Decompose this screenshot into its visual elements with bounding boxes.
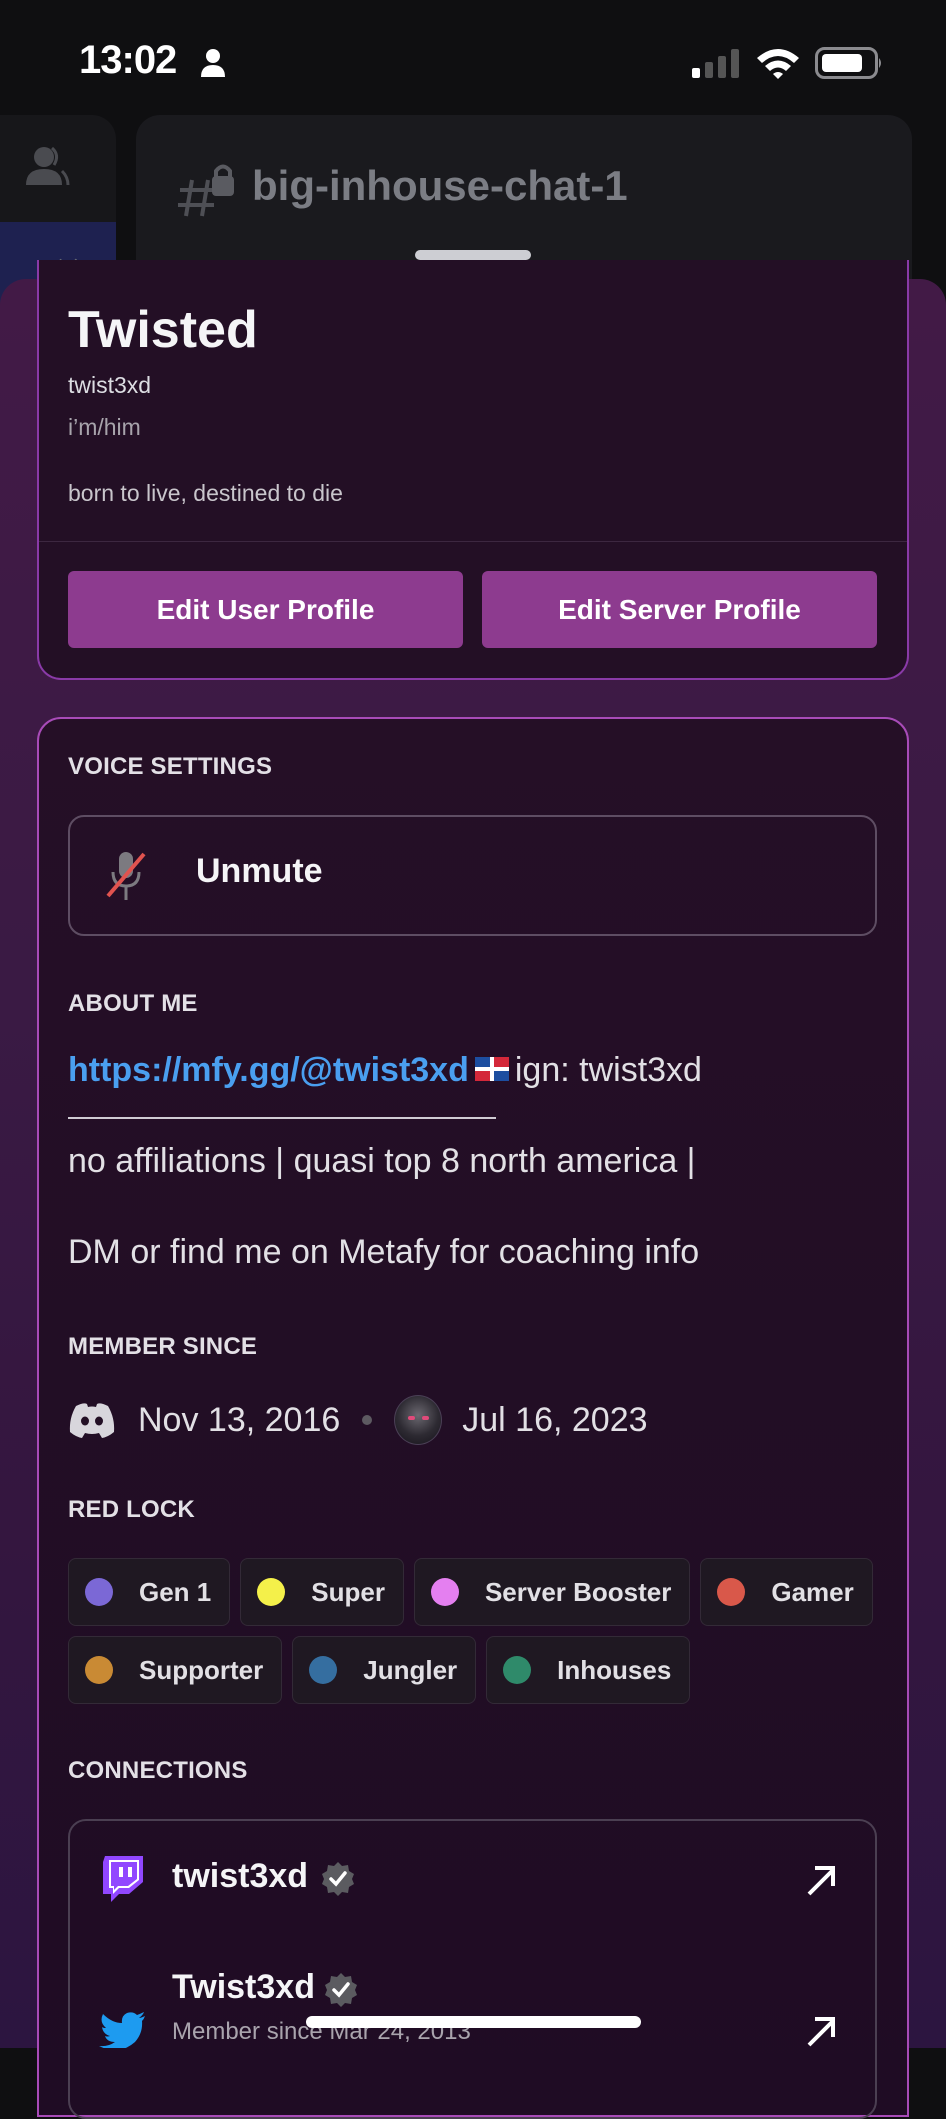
twitch-icon <box>103 1856 143 1902</box>
role-name: Inhouses <box>557 1654 672 1685</box>
home-indicator[interactable] <box>306 2016 641 2028</box>
battery-icon <box>815 47 881 79</box>
role-chip[interactable]: Server Booster <box>413 1558 691 1626</box>
muted-mic-icon <box>106 852 146 900</box>
status-bar: 13:02 <box>0 0 946 120</box>
edit-server-profile-button[interactable]: Edit Server Profile <box>482 571 877 648</box>
member-since-label: MEMBER SINCE <box>68 1333 258 1360</box>
about-me-label: ABOUT ME <box>68 990 198 1017</box>
sheet-drag-handle[interactable] <box>415 250 531 260</box>
metafy-link[interactable]: https://mfy.gg/@twist3xd <box>68 1051 469 1089</box>
role-color-dot <box>717 1578 746 1606</box>
display-name: Twisted <box>68 301 258 359</box>
divider <box>39 541 907 542</box>
role-name: Super <box>311 1576 385 1607</box>
connections-label: CONNECTIONS <box>68 1757 248 1784</box>
about-me-line-2: no affiliations | quasi top 8 north amer… <box>68 1142 696 1180</box>
role-name: Jungler <box>363 1654 458 1685</box>
about-me-separator <box>68 1117 496 1119</box>
locked-text-channel-icon <box>178 164 234 217</box>
cellular-signal-icon <box>692 49 739 78</box>
server-avatar <box>394 1395 443 1445</box>
edit-user-profile-button[interactable]: Edit User Profile <box>68 571 463 648</box>
about-me-line-1: https://mfy.gg/@twist3xd ign: twist3xd <box>68 1051 702 1090</box>
role-name: Gamer <box>771 1576 854 1607</box>
wifi-icon <box>757 49 799 79</box>
verified-badge-icon <box>325 1973 357 2007</box>
role-chip[interactable]: Super <box>240 1558 404 1626</box>
dominican-flag-icon <box>474 1057 509 1082</box>
role-list: Gen 1 Super Server Booster Gamer Supporter Ju… <box>68 1558 878 1704</box>
status-time: 13:02 <box>79 38 177 82</box>
role-name: Gen 1 <box>139 1576 212 1607</box>
discord-icon <box>69 1403 115 1438</box>
bio: born to live, destined to die <box>68 480 343 506</box>
about-me-line-3: DM or find me on Metafy for coaching inf… <box>68 1233 700 1271</box>
role-chip[interactable]: Gamer <box>700 1558 873 1626</box>
role-name: Supporter <box>139 1654 264 1685</box>
channel-name: big-inhouse-chat-1 <box>252 162 628 209</box>
separator-dot <box>362 1415 373 1425</box>
unmute-label: Unmute <box>196 852 323 890</box>
discord-member-date: Nov 13, 2016 <box>138 1400 341 1439</box>
server-member-date: Jul 16, 2023 <box>462 1400 648 1439</box>
roles-label: RED LOCK <box>68 1496 195 1523</box>
role-chip[interactable]: Inhouses <box>486 1636 691 1704</box>
pronouns: i’m/him <box>68 414 141 440</box>
person-icon <box>201 49 225 77</box>
external-link-icon[interactable] <box>805 1864 837 1896</box>
friends-icon[interactable] <box>18 145 70 187</box>
about-me-ign: ign: twist3xd <box>514 1051 702 1089</box>
voice-settings-label: VOICE SETTINGS <box>68 753 273 780</box>
unmute-button[interactable] <box>68 815 877 936</box>
twitch-connection-name[interactable]: twist3xd <box>172 1857 308 1896</box>
role-name: Server Booster <box>484 1576 672 1607</box>
role-color-dot <box>85 1656 113 1684</box>
member-since-row: Nov 13, 2016 Jul 16, 2023 <box>68 1395 648 1445</box>
twitter-icon <box>99 2012 145 2048</box>
verified-badge-icon <box>322 1862 354 1896</box>
role-color-dot <box>430 1578 459 1606</box>
role-chip[interactable]: Gen 1 <box>68 1558 231 1626</box>
role-color-dot <box>257 1578 286 1606</box>
role-chip[interactable]: Supporter <box>68 1636 283 1704</box>
role-color-dot <box>85 1578 113 1606</box>
role-color-dot <box>503 1656 532 1684</box>
external-link-icon[interactable] <box>805 2015 837 2047</box>
role-color-dot <box>309 1656 338 1684</box>
username: twist3xd <box>68 372 152 398</box>
twitter-connection-name[interactable]: Twist3xd <box>172 1968 315 2007</box>
role-chip[interactable]: Jungler <box>292 1636 477 1704</box>
